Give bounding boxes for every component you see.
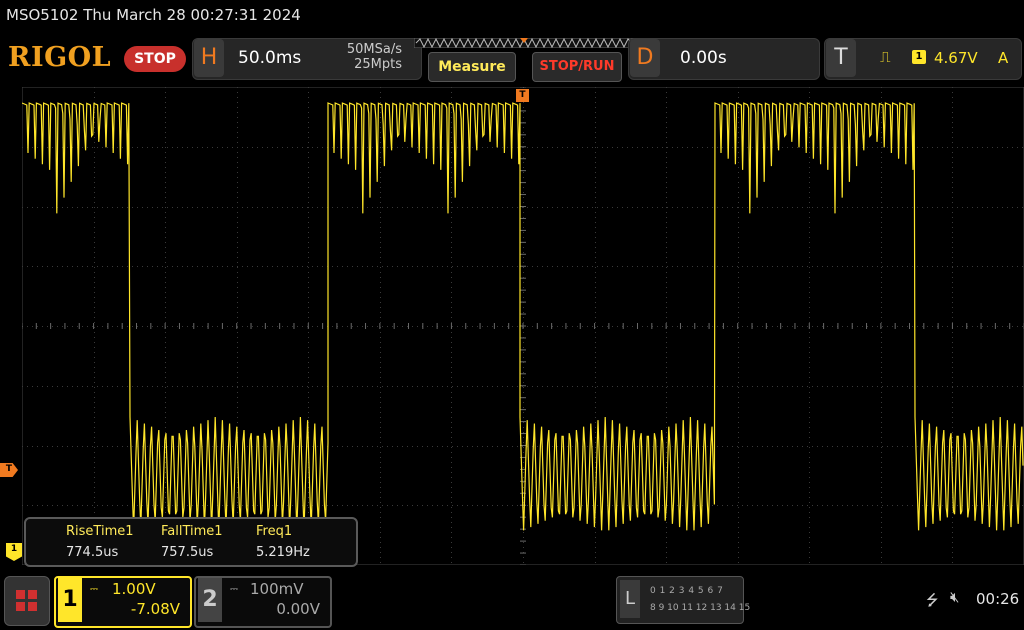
delay-menu-key[interactable]: D (630, 39, 660, 77)
model-datetime-label: MSO5102 Thu March 28 00:27:31 2024 (6, 6, 301, 24)
waveform-display[interactable] (22, 87, 1024, 565)
memory-position-bar (414, 38, 634, 48)
usb-icon[interactable]: ⭍ (926, 590, 939, 615)
measure-button[interactable]: Measure (428, 52, 516, 82)
dc-coupling-icon: ⎓ (230, 584, 238, 595)
acquisition-status-badge: STOP (124, 46, 186, 72)
home-menu-button[interactable] (4, 576, 50, 626)
system-clock: 00:26 (976, 590, 1020, 608)
measurement-value-risetime: 774.5us (66, 545, 119, 560)
dc-coupling-icon: ⎓ (90, 584, 98, 595)
measurement-panel[interactable]: RiseTime1 FallTime1 Freq1 774.5us 757.5u… (24, 517, 358, 567)
logic-analyzer-key[interactable]: L (620, 580, 640, 618)
rising-edge-icon: ⎍ (880, 48, 891, 66)
ch1-scale: 1.00V (112, 580, 156, 598)
ch2-scale: 100mV (250, 580, 304, 598)
measurement-header-freq: Freq1 (256, 524, 293, 539)
grid-menu-icon (16, 590, 37, 611)
measurement-value-freq: 5.219Hz (256, 545, 310, 560)
trigger-level-marker[interactable]: T (0, 463, 18, 477)
timebase-value: 50.0ms (238, 48, 302, 68)
measurement-header-risetime: RiseTime1 (66, 524, 134, 539)
trigger-mode-value: A (998, 49, 1009, 67)
ch1-offset: -7.08V (130, 600, 180, 618)
speaker-muted-icon[interactable]: 🔇︎ (950, 588, 959, 606)
trigger-position-marker[interactable]: T (516, 89, 529, 102)
sample-rate-info: 50MSa/s 25Mpts (332, 42, 402, 72)
ch2-offset: 0.00V (276, 600, 320, 618)
ch2-key[interactable]: 2 (198, 578, 222, 622)
memory-depth-value: 25Mpts (354, 57, 402, 72)
measurement-value-falltime: 757.5us (161, 545, 214, 560)
ch1-offset-marker[interactable]: 1 (6, 543, 22, 561)
rigol-logo: RIGOL (8, 42, 112, 73)
sample-rate-value: 50MSa/s (346, 42, 402, 57)
horizontal-menu-key[interactable]: H (194, 39, 224, 77)
trigger-source-badge: 1 (912, 50, 926, 64)
delay-value: 0.00s (680, 48, 727, 68)
trigger-menu-key[interactable]: T (826, 39, 856, 77)
la-channels-row2: 8 9 10 11 12 13 14 15 (650, 603, 751, 613)
stop-run-button[interactable]: STOP/RUN (532, 52, 622, 82)
measurement-header-falltime: FallTime1 (161, 524, 223, 539)
la-channels-row1: 0 1 2 3 4 5 6 7 (650, 586, 724, 596)
title-bar: MSO5102 Thu March 28 00:27:31 2024 (0, 0, 1024, 32)
trigger-level-value: 4.67V (934, 49, 978, 67)
ch1-key[interactable]: 1 (58, 578, 82, 622)
